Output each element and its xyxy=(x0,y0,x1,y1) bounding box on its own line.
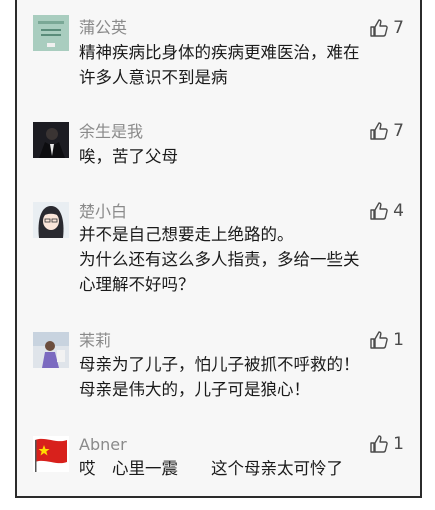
avatar[interactable] xyxy=(33,122,69,158)
like-count: 1 xyxy=(393,330,404,350)
commenter-name[interactable]: 楚小白 xyxy=(79,202,127,222)
woman-photo-avatar-icon xyxy=(33,332,69,368)
comment-text: 母亲为了儿子，怕儿子被抓不呼救的！ 母亲是伟大的，儿子可是狼心！ xyxy=(79,355,360,399)
like-button[interactable]: 7 xyxy=(369,17,404,39)
commenter-name[interactable]: Abner xyxy=(79,435,127,455)
comment-text: 精神疾病比身体的疾病更难医治，难在 许多人意识不到是病 xyxy=(79,43,360,87)
thumbs-up-icon xyxy=(370,19,388,37)
book-cover-avatar-icon xyxy=(33,15,69,51)
like-count: 4 xyxy=(393,201,404,221)
thumbs-up-icon xyxy=(370,435,388,453)
thumbs-up-icon xyxy=(370,331,388,349)
like-button[interactable]: 7 xyxy=(369,120,404,142)
thumbs-up-icon xyxy=(370,202,388,220)
commenter-name[interactable]: 蒲公英 xyxy=(79,18,127,38)
comments-panel: 蒲公英 7 精神疾病比身体的疾病更难医治，难在 许多人意识不到是病 余生是我 7 xyxy=(15,0,422,498)
avatar[interactable] xyxy=(33,202,69,238)
commenter-name[interactable]: 余生是我 xyxy=(79,122,143,142)
like-button[interactable]: 1 xyxy=(369,329,404,351)
comment-text: 哎 心里一震 这个母亲太可怜了 xyxy=(79,459,343,478)
anime-girl-avatar-icon xyxy=(33,202,69,238)
flag-avatar-icon xyxy=(33,436,69,472)
avatar[interactable] xyxy=(33,15,69,51)
like-button[interactable]: 4 xyxy=(369,200,404,222)
suited-man-avatar-icon xyxy=(33,122,69,158)
avatar[interactable] xyxy=(33,436,69,472)
comment-text: 并不是自己想要走上绝路的。 为什么还有这么多人指责，多给一些关 心理解不好吗？ xyxy=(79,225,360,294)
commenter-name[interactable]: 茉莉 xyxy=(79,331,111,351)
comment-text: 唉，苦了父母 xyxy=(79,147,178,166)
like-count: 7 xyxy=(393,18,404,38)
like-button[interactable]: 1 xyxy=(369,433,404,455)
avatar[interactable] xyxy=(33,332,69,368)
thumbs-up-icon xyxy=(370,122,388,140)
like-count: 7 xyxy=(393,121,404,141)
like-count: 1 xyxy=(393,434,404,454)
